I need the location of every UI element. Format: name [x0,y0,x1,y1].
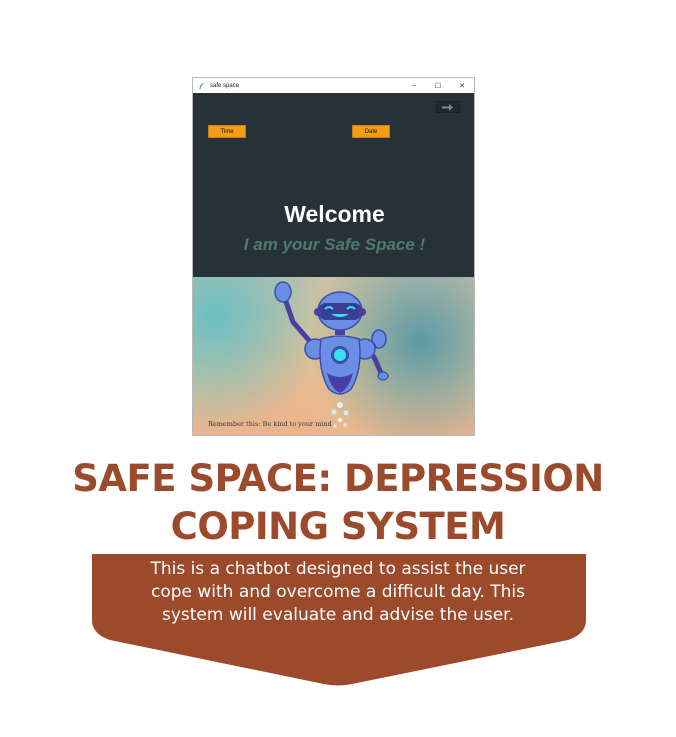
welcome-heading: Welcome [284,201,385,227]
window-controls: – ☐ ✕ [402,78,474,93]
app-window: safe space – ☐ ✕ Time Date Welcome I am … [192,77,475,436]
title-bar[interactable]: safe space – ☐ ✕ [193,78,474,93]
reminder-note: Remember this: Be kind to your mind [208,420,332,428]
robot-image-panel: Remember this: Be kind to your mind [193,277,474,435]
headline-line-2: COPING SYSTEM [170,505,506,548]
date-button[interactable]: Date [352,125,390,138]
minimize-button[interactable]: – [402,78,426,93]
welcome-panel: Time Date Welcome I am your Safe Space ! [193,93,474,277]
exit-arrow-icon [442,103,453,111]
time-button[interactable]: Time [208,125,246,138]
tagline: I am your Safe Space ! [243,235,426,254]
poster-headline: SAFE SPACE: DEPRESSION COPING SYSTEM [0,455,676,551]
robot-illustration [274,281,389,428]
feather-icon [199,82,205,89]
maximize-button[interactable]: ☐ [426,78,450,93]
window-title: safe space [210,82,240,89]
description-text: This is a chatbot designed to assist the… [150,559,526,625]
close-button[interactable]: ✕ [450,78,474,93]
headline-line-1: SAFE SPACE: DEPRESSION [72,457,604,500]
exit-button[interactable] [436,101,460,113]
